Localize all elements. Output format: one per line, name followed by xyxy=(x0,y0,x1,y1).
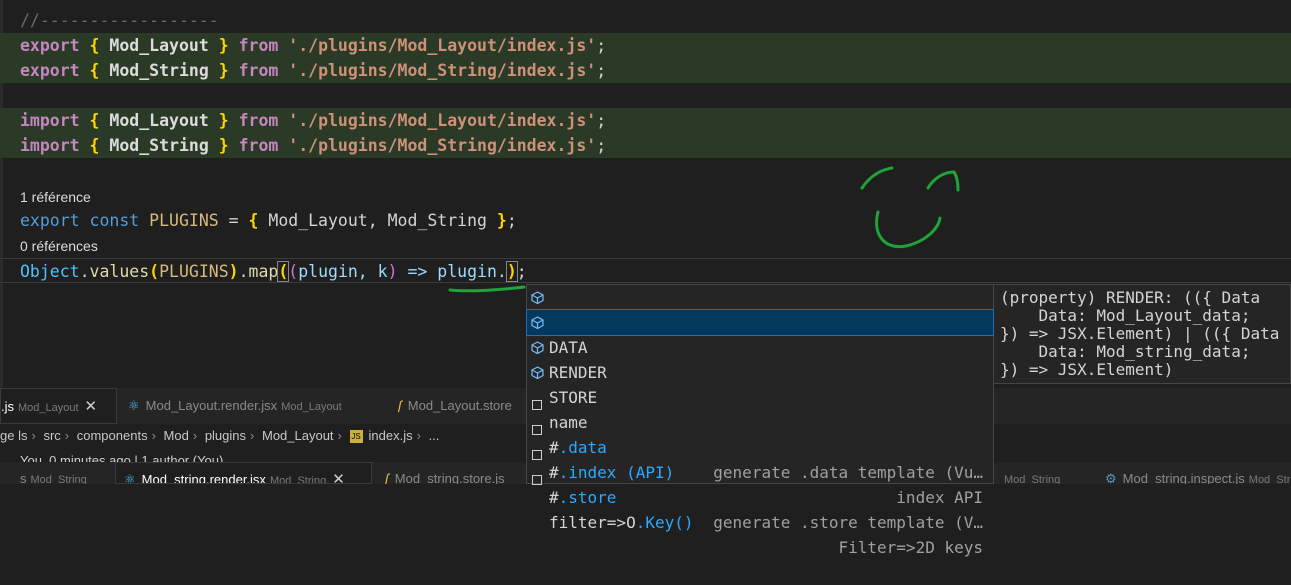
suggestion-item[interactable]: STORE xyxy=(527,335,993,407)
suggestion-item[interactable]: filter=>O.Key() Filter=>2D keys xyxy=(527,460,993,557)
suggestion-item-selected[interactable]: RENDER xyxy=(526,309,994,382)
code-line-import-layout: import { Mod_Layout } from './plugins/Mo… xyxy=(0,108,1291,133)
tab-mod-string-render[interactable]: ⚛ Mod_string.render.jsx Mod_String ✕ xyxy=(115,462,372,484)
chevron-right-icon: › xyxy=(337,428,342,443)
tab-mod-string-inspect[interactable]: ⚙Mod_string.inspect.jsMod_Strin xyxy=(1105,462,1291,484)
chevron-right-icon: › xyxy=(250,428,255,443)
suggestion-item[interactable]: name xyxy=(527,360,993,432)
suggestion-item[interactable]: DATA xyxy=(527,285,993,357)
react-icon: ⚛ xyxy=(124,472,136,484)
tab-mod-string-other[interactable]: Mod_String xyxy=(1000,462,1090,484)
code-line-current[interactable]: Object.values(PLUGINS).map((plugin, k) =… xyxy=(0,258,1291,283)
code-line-comment: //------------------ xyxy=(20,11,219,30)
breadcrumb-item[interactable]: ge ls xyxy=(0,428,27,443)
snippet-icon xyxy=(532,467,542,492)
suggestion-widget[interactable]: DATA RENDER STORE name #.data generate .… xyxy=(526,284,994,557)
breadcrumb-item[interactable]: components xyxy=(77,428,148,443)
suggestion-item[interactable]: #.store generate .store template (V… xyxy=(527,435,993,532)
tab-index-js[interactable]: .js Mod_Layout ✕ xyxy=(0,388,117,424)
breadcrumb-item[interactable]: Mod xyxy=(164,428,189,443)
code-line-export-string: export { Mod_String } from './plugins/Mo… xyxy=(0,58,1291,83)
tab-string-index[interactable]: s Mod_String xyxy=(0,462,112,484)
js-icon: ʃ xyxy=(398,398,402,413)
property-icon xyxy=(531,341,544,354)
tab-mod-layout-store[interactable]: ʃ Mod_Layout.store xyxy=(398,388,526,424)
suggestion-details-panel: (property) RENDER: (({ Data Data: Mod_La… xyxy=(994,284,1291,384)
code-line-const: export const PLUGINS = { Mod_Layout, Mod… xyxy=(20,211,517,230)
suggestion-item[interactable]: #.data generate .data template (Vu… xyxy=(527,385,993,482)
breadcrumb-item[interactable]: src xyxy=(43,428,60,443)
chevron-right-icon: › xyxy=(64,428,70,443)
property-icon xyxy=(531,291,544,304)
react-icon: ⚛ xyxy=(128,398,140,413)
chevron-right-icon: › xyxy=(151,428,156,443)
js-icon: ʃ xyxy=(385,471,389,484)
tab-label: .js xyxy=(1,399,14,414)
property-icon xyxy=(531,316,544,329)
chevron-right-icon: › xyxy=(416,428,421,443)
chevron-right-icon: › xyxy=(31,428,36,443)
code-line-export-layout: export { Mod_Layout } from './plugins/Mo… xyxy=(0,33,1291,58)
breadcrumb-item[interactable]: Mod_Layout xyxy=(262,428,334,443)
close-icon[interactable]: ✕ xyxy=(332,471,345,483)
chevron-right-icon: › xyxy=(192,428,198,443)
suggestion-item[interactable]: #.index (API) index API xyxy=(527,410,993,507)
tab-mod-string-store[interactable]: ʃ Mod_string.store.js xyxy=(385,462,525,484)
codelens-no-references[interactable]: 0 références xyxy=(20,238,98,254)
js-file-icon: JS xyxy=(349,430,363,444)
breadcrumb-item[interactable]: plugins xyxy=(205,428,246,443)
property-icon xyxy=(531,366,544,379)
code-line-import-string: import { Mod_String } from './plugins/Mo… xyxy=(0,133,1291,158)
breadcrumb-item[interactable]: index.js xyxy=(369,428,413,443)
gear-icon: ⚙ xyxy=(1105,471,1117,484)
codelens-references[interactable]: 1 référence xyxy=(20,189,91,205)
tab-mod-layout-render[interactable]: ⚛ Mod_Layout.render.jsx Mod_Layout xyxy=(128,388,378,424)
breadcrumb-item[interactable]: ... xyxy=(429,428,440,443)
close-icon[interactable]: ✕ xyxy=(85,398,98,415)
